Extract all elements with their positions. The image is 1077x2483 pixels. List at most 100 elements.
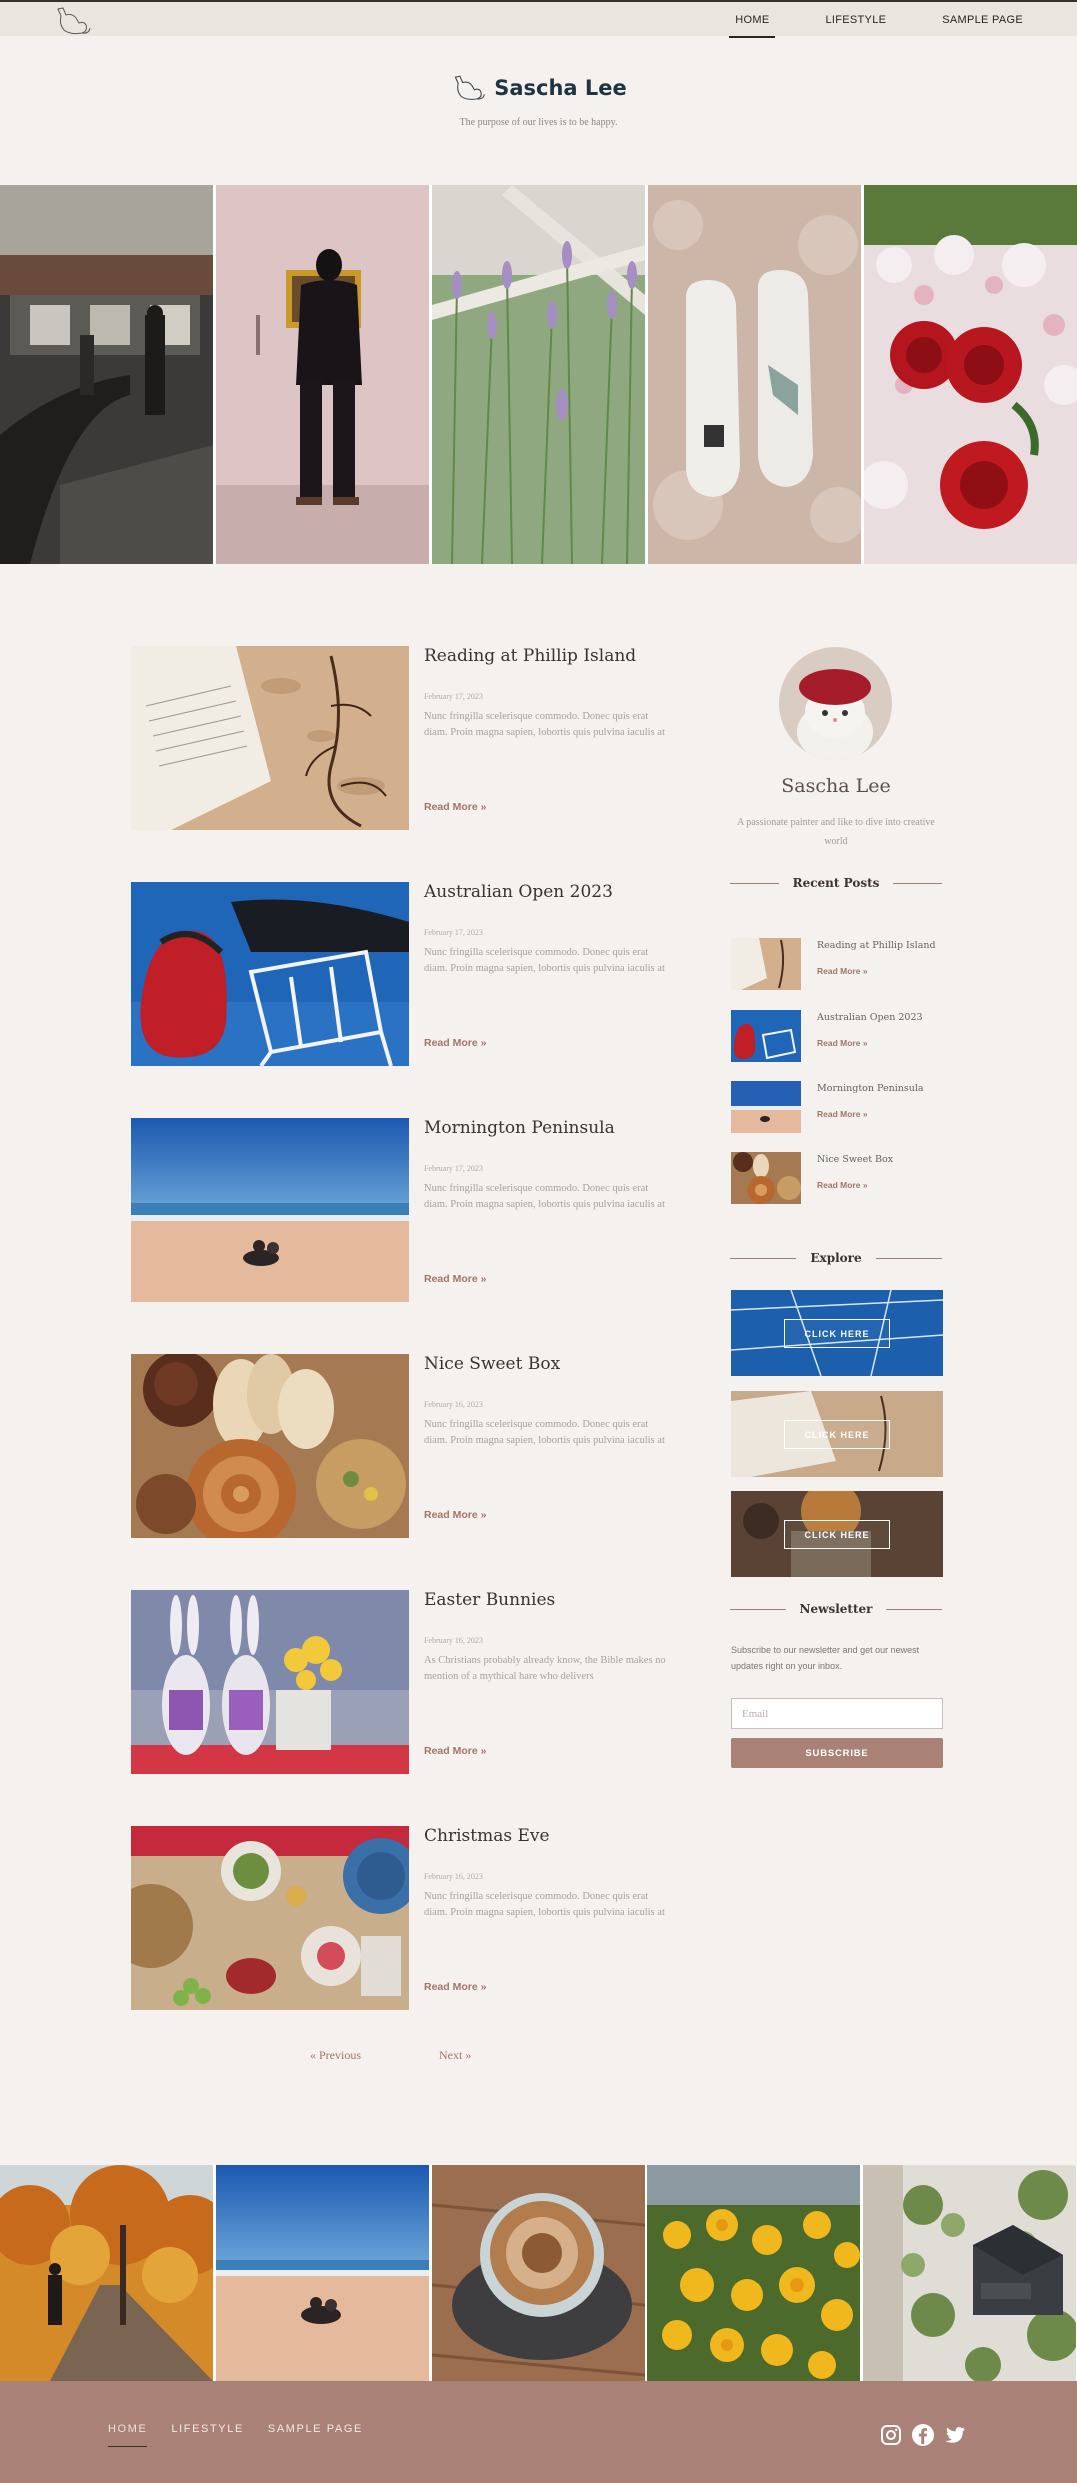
recent-posts-title: Recent Posts — [792, 876, 880, 890]
recent-post-item: Mornington Peninsula Read More » — [731, 1081, 941, 1135]
post-excerpt: As Christians probably already know, the… — [424, 1655, 666, 1682]
post-card: Christmas Eve February 16, 2023 Nunc fri… — [131, 1826, 671, 2010]
explore-click-here-button[interactable]: CLICK HERE — [784, 1520, 890, 1549]
read-more-link[interactable]: Read More » — [424, 801, 486, 813]
recent-post-title[interactable]: Australian Open 2023 — [817, 1012, 923, 1023]
recent-post-title[interactable]: Nice Sweet Box — [817, 1154, 893, 1165]
post-date: February 16, 2023 — [424, 1400, 483, 1409]
instagram-icon[interactable] — [879, 2423, 903, 2447]
recent-post-item: Nice Sweet Box Read More » — [731, 1152, 941, 1206]
facebook-icon[interactable] — [911, 2423, 935, 2447]
hero-photo-lavender[interactable] — [432, 185, 645, 564]
footer-nav-sample-page[interactable]: SAMPLE PAGE — [268, 2423, 363, 2435]
read-more-link[interactable]: Read More » — [424, 1745, 486, 1757]
hero-photo-roses[interactable] — [864, 185, 1077, 564]
post-thumbnail[interactable] — [131, 882, 409, 1066]
recent-post-thumbnail[interactable] — [731, 1152, 801, 1204]
nav-sample-page[interactable]: SAMPLE PAGE — [936, 10, 1029, 30]
read-more-link[interactable]: Read More » — [424, 1509, 486, 1521]
site-footer: HOME LIFESTYLE SAMPLE PAGE — [0, 2381, 1077, 2483]
footer-photo-coffee[interactable] — [431, 2165, 646, 2381]
post-date: February 17, 2023 — [424, 692, 483, 701]
recent-post-read-more[interactable]: Read More » — [817, 1109, 868, 1119]
explore-card-reading: CLICK HERE — [731, 1391, 943, 1477]
site-logo[interactable]: Sascha Lee — [450, 72, 627, 104]
post-excerpt: Nunc fringilla scelerisque commodo. Done… — [424, 711, 665, 738]
footer-nav-lifestyle[interactable]: LIFESTYLE — [171, 2423, 243, 2435]
recent-post-read-more[interactable]: Read More » — [817, 1180, 868, 1190]
recent-post-thumbnail[interactable] — [731, 1010, 801, 1062]
footer-photo-beach[interactable] — [215, 2165, 430, 2381]
top-navigation-bar: HOME LIFESTYLE SAMPLE PAGE — [0, 0, 1077, 38]
main-menu: HOME LIFESTYLE SAMPLE PAGE — [729, 2, 1029, 38]
explore-click-here-button[interactable]: CLICK HERE — [784, 1420, 890, 1449]
post-date: February 16, 2023 — [424, 1872, 483, 1881]
hero-gallery — [0, 185, 1077, 564]
read-more-link[interactable]: Read More » — [424, 1037, 486, 1049]
post-title[interactable]: Reading at Phillip Island — [424, 646, 674, 666]
post-card: Easter Bunnies February 16, 2023 As Chri… — [131, 1590, 671, 1774]
recent-post-title[interactable]: Mornington Peninsula — [817, 1083, 924, 1094]
footer-photo-mailbox[interactable] — [863, 2165, 1077, 2381]
footer-photo-marigolds[interactable] — [647, 2165, 861, 2381]
post-date: February 16, 2023 — [424, 1636, 483, 1645]
author-bio: A passionate painter and like to dive in… — [737, 817, 935, 847]
hero-photo-cafe[interactable] — [0, 185, 213, 564]
site-branding: Sascha Lee The purpose of our lives is t… — [0, 72, 1077, 128]
footer-menu: HOME LIFESTYLE SAMPLE PAGE — [108, 2423, 363, 2447]
avatar — [779, 647, 892, 760]
post-thumbnail[interactable] — [131, 646, 409, 830]
cat-logo-icon — [450, 72, 488, 104]
post-excerpt: Nunc fringilla scelerisque commodo. Done… — [424, 1419, 665, 1446]
explore-card-drink: CLICK HERE — [731, 1491, 943, 1577]
footer-gallery — [0, 2165, 1077, 2381]
post-date: February 17, 2023 — [424, 1164, 483, 1173]
post-title[interactable]: Christmas Eve — [424, 1826, 674, 1846]
recent-post-read-more[interactable]: Read More » — [817, 966, 868, 976]
recent-post-thumbnail[interactable] — [731, 1081, 801, 1133]
nav-lifestyle[interactable]: LIFESTYLE — [819, 10, 892, 30]
cat-logo-icon[interactable] — [52, 4, 94, 38]
recent-posts-heading: Recent Posts — [730, 876, 942, 890]
footer-photo-autumn-park[interactable] — [0, 2165, 214, 2381]
twitter-icon[interactable] — [943, 2423, 967, 2447]
read-more-link[interactable]: Read More » — [424, 1273, 486, 1285]
recent-post-thumbnail[interactable] — [731, 938, 801, 990]
explore-card-tennis: CLICK HERE — [731, 1290, 943, 1376]
newsletter-title: Newsletter — [799, 1602, 873, 1616]
read-more-link[interactable]: Read More » — [424, 1981, 486, 1993]
hero-photo-gallery-visitor[interactable] — [216, 185, 429, 564]
post-title[interactable]: Mornington Peninsula — [424, 1118, 674, 1138]
post-thumbnail[interactable] — [131, 1354, 409, 1538]
explore-heading: Explore — [730, 1251, 942, 1265]
footer-nav-home[interactable]: HOME — [108, 2423, 148, 2447]
hero-photo-sneakers[interactable] — [648, 185, 861, 564]
newsletter-description: Subscribe to our newsletter and get our … — [731, 1645, 920, 1671]
recent-post-read-more[interactable]: Read More » — [817, 1038, 868, 1048]
recent-post-item: Australian Open 2023 Read More » — [731, 1010, 941, 1064]
explore-click-here-button[interactable]: CLICK HERE — [784, 1319, 890, 1348]
post-excerpt: Nunc fringilla scelerisque commodo. Done… — [424, 1891, 665, 1918]
previous-page-link[interactable]: « Previous — [310, 2048, 361, 2063]
post-card: Mornington Peninsula February 17, 2023 N… — [131, 1118, 671, 1302]
newsletter-heading: Newsletter — [730, 1602, 942, 1616]
post-title[interactable]: Australian Open 2023 — [424, 882, 674, 902]
recent-post-title[interactable]: Reading at Phillip Island — [817, 940, 936, 951]
post-card: Nice Sweet Box February 16, 2023 Nunc fr… — [131, 1354, 671, 1538]
post-title[interactable]: Nice Sweet Box — [424, 1354, 674, 1374]
email-field[interactable] — [731, 1698, 943, 1729]
post-card: Reading at Phillip Island February 17, 2… — [131, 646, 671, 830]
author-name: Sascha Lee — [781, 775, 891, 797]
subscribe-button[interactable]: SUBSCRIBE — [731, 1738, 943, 1768]
recent-post-item: Reading at Phillip Island Read More » — [731, 938, 941, 992]
site-tagline: The purpose of our lives is to be happy. — [459, 117, 618, 128]
post-excerpt: Nunc fringilla scelerisque commodo. Done… — [424, 947, 665, 974]
nav-home[interactable]: HOME — [729, 10, 776, 38]
post-date: February 17, 2023 — [424, 928, 483, 937]
next-page-link[interactable]: Next » — [439, 2048, 471, 2063]
explore-title: Explore — [810, 1251, 862, 1265]
post-thumbnail[interactable] — [131, 1590, 409, 1774]
post-title[interactable]: Easter Bunnies — [424, 1590, 674, 1610]
post-thumbnail[interactable] — [131, 1118, 409, 1302]
post-thumbnail[interactable] — [131, 1826, 409, 2010]
